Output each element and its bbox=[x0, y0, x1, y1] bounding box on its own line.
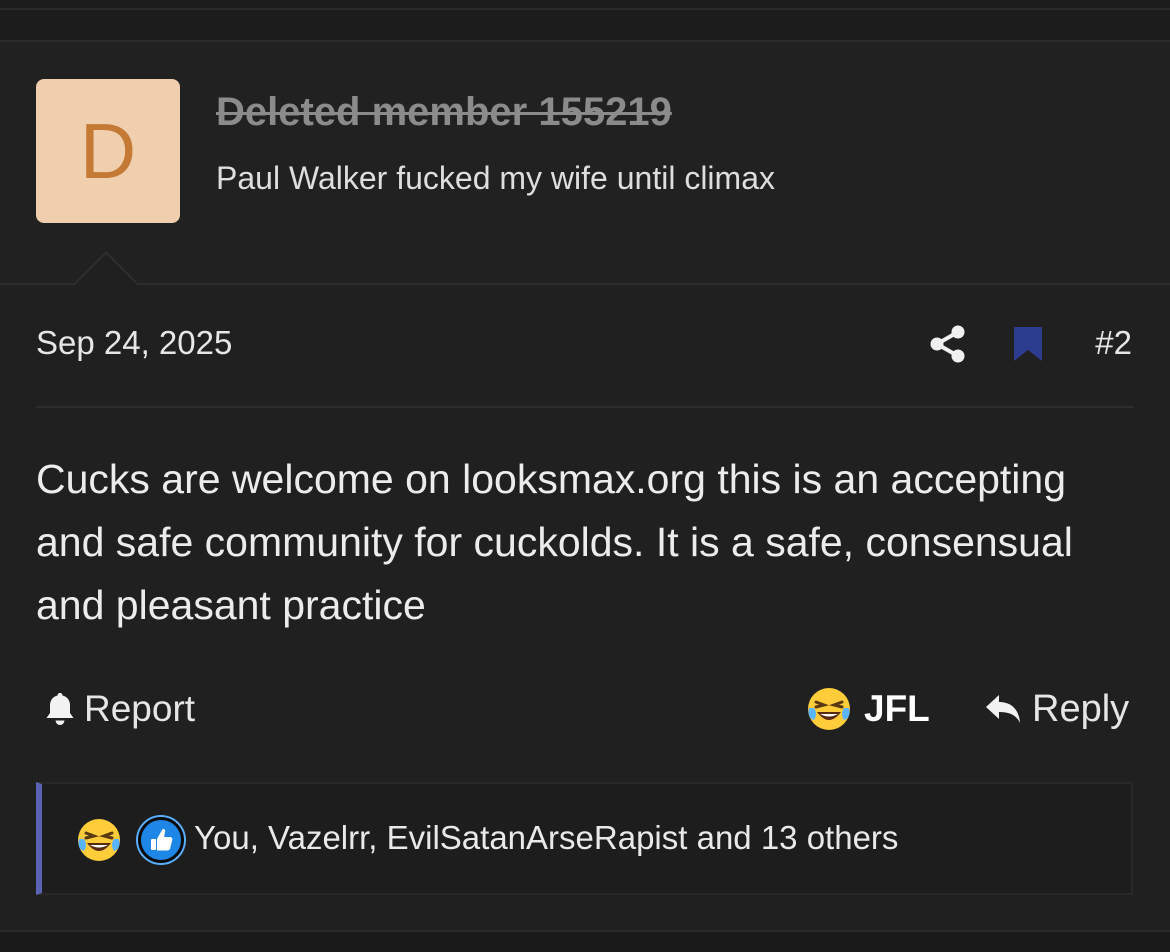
share-icon[interactable] bbox=[928, 324, 968, 364]
divider bbox=[36, 406, 1133, 408]
bell-icon bbox=[46, 693, 74, 725]
reply-button[interactable]: Reply bbox=[984, 684, 1129, 734]
report-label: Report bbox=[84, 688, 196, 729]
jfl-reaction-button[interactable]: JFL bbox=[806, 684, 930, 734]
reactions-summary-text[interactable]: You, Vazelrr, EvilSatanArseRapist and 13… bbox=[194, 819, 898, 857]
laughing-crying-emoji-icon bbox=[78, 819, 120, 861]
thumbs-up-icon bbox=[138, 817, 184, 863]
user-title: Paul Walker fucked my wife until climax bbox=[216, 160, 775, 196]
jfl-label: JFL bbox=[864, 688, 930, 729]
avatar[interactable]: D bbox=[36, 79, 180, 223]
username-link[interactable]: Deleted member 155219 bbox=[216, 90, 672, 135]
laughing-crying-emoji-icon bbox=[808, 688, 850, 730]
reply-arrow-icon bbox=[986, 695, 1020, 723]
post-date[interactable]: Sep 24, 2025 bbox=[36, 324, 232, 362]
post-body: Cucks are welcome on looksmax.org this i… bbox=[36, 456, 1073, 628]
forum-post: D Deleted member 155219 Paul Walker fuck… bbox=[0, 40, 1170, 932]
top-separator bbox=[0, 0, 1170, 40]
reply-label: Reply bbox=[1032, 687, 1130, 730]
report-button[interactable]: Report bbox=[44, 684, 195, 734]
bottom-separator bbox=[0, 930, 1170, 952]
header-pointer-caret bbox=[72, 251, 140, 286]
post-number-link[interactable]: #2 bbox=[1095, 324, 1132, 362]
thumbs-up-glyph bbox=[151, 828, 173, 851]
bookmark-icon[interactable] bbox=[1012, 325, 1044, 363]
reactions-summary[interactable]: You, Vazelrr, EvilSatanArseRapist and 13… bbox=[36, 782, 1133, 895]
post-author-header: D Deleted member 155219 Paul Walker fuck… bbox=[0, 42, 1170, 286]
